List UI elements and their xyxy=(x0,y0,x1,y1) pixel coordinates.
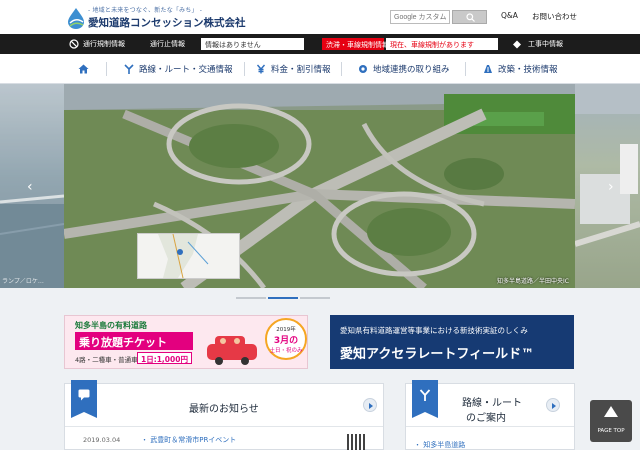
nav-route-traffic[interactable]: 路線・ルート・交通情報 xyxy=(124,54,233,84)
map-illustration xyxy=(158,233,209,279)
congestion-status[interactable]: 現在、車線規制があります xyxy=(386,38,498,50)
slider-next-button[interactable]: › xyxy=(608,179,614,195)
side-caption: ランプ／ロケ… xyxy=(2,278,44,285)
news-item-link[interactable]: ・ 武豊町＆常滑市PRイベント xyxy=(141,435,236,445)
yen-icon xyxy=(256,64,266,74)
hero-slider[interactable]: ‹ › 知多半島道路／半田中央IC ランプ／ロケ… xyxy=(0,84,640,288)
main-nav: 路線・ルート・交通情報 料金・割引情報 地域連携の取り組み 改築・技術情報 xyxy=(0,54,640,84)
family-car-illustration xyxy=(207,336,257,365)
slider-indicators xyxy=(0,297,640,300)
speech-bubble-icon xyxy=(78,389,90,401)
logo-tagline: - 地域と未来をつなぐ、新たな「みち」 - xyxy=(88,7,203,14)
nav-label: 路線・ルート・交通情報 xyxy=(139,65,233,75)
regional-icon xyxy=(359,65,367,73)
location-map-inset xyxy=(137,233,240,279)
company-name: 愛知道路コンセッション株式会社 xyxy=(88,17,246,29)
closure-info-label[interactable]: 通行止情報 xyxy=(150,39,185,49)
news-title: 最新のお知らせ xyxy=(189,404,259,415)
news-tab-marker xyxy=(71,380,97,418)
badge-year: 2019年 xyxy=(276,327,296,333)
route-item-link[interactable]: ・ 知多半島道路 xyxy=(414,440,465,450)
field-banner-kicker: 愛知県有料道路運営等事業における新技術実証のしくみ xyxy=(340,326,528,335)
nav-label: 改築・技術情報 xyxy=(498,65,558,75)
nav-divider xyxy=(341,62,342,76)
qr-code xyxy=(347,434,365,450)
route-card: 路線・ルート のご案内 ・ 知多半島道路 xyxy=(405,380,575,450)
slider-prev-button[interactable]: ‹ xyxy=(27,179,33,195)
construction-icon xyxy=(513,40,521,49)
arrow-up-icon xyxy=(604,406,618,417)
nav-regional[interactable]: 地域連携の取り組み xyxy=(358,54,450,84)
ticket-banner-title: 乗り放題チケット xyxy=(75,332,193,350)
ticket-banner-kicker: 知多半島の有料道路 xyxy=(75,321,147,330)
road-branch-icon xyxy=(419,389,431,401)
badge-month: 3月の xyxy=(273,336,299,346)
route-title-line1: 路線・ルート xyxy=(462,398,522,409)
road-branch-icon xyxy=(124,64,134,74)
nav-divider xyxy=(106,62,107,76)
site-header: - 地域と未来をつなぐ、新たな「みち」 - 愛知道路コンセッション株式会社 Q&… xyxy=(0,0,640,34)
route-tab-marker xyxy=(412,380,438,418)
ticket-banner-price: 1日:1,000円 xyxy=(137,352,192,364)
congestion-info-label[interactable]: 渋滞・車線規制情報 xyxy=(322,38,389,50)
nav-label: 料金・割引情報 xyxy=(271,65,331,75)
search-icon xyxy=(466,13,475,22)
nav-home[interactable] xyxy=(78,54,89,84)
qa-link[interactable]: Q&A xyxy=(501,11,518,20)
contact-link[interactable]: お問い合わせ xyxy=(532,11,577,22)
page-top-label: PAGE TOP xyxy=(597,428,625,434)
route-more-button[interactable] xyxy=(546,398,560,412)
news-card: 最新のお知らせ 2019.03.04 ・ 武豊町＆常滑市PRイベント xyxy=(64,380,384,450)
nav-divider xyxy=(465,62,466,76)
search-input[interactable] xyxy=(390,10,450,24)
hero-image xyxy=(63,84,576,288)
closure-status: 情報はありません xyxy=(201,38,304,50)
page-top-button[interactable]: PAGE TOP xyxy=(590,400,632,442)
traffic-info-bar: 通行規制情報 通行止情報 情報はありません 渋滞・車線規制情報 現在、車線規制が… xyxy=(0,34,640,54)
slider-dot[interactable] xyxy=(300,297,330,299)
accelerate-field-banner[interactable]: 愛知県有料道路運営等事業における新技術実証のしくみ 愛知アクセラレートフィールド… xyxy=(330,315,574,369)
route-divider xyxy=(406,426,574,427)
ticket-date-badge: 2019年 3月の 土日・祝のみ xyxy=(265,318,307,360)
slider-dot-active[interactable] xyxy=(268,297,298,299)
ticket-banner[interactable]: 知多半島の有料道路 乗り放題チケット 4路・二種車・普通車 1日:1,000円 … xyxy=(64,315,308,369)
page: - 地域と未来をつなぐ、新たな「みち」 - 愛知道路コンセッション株式会社 Q&… xyxy=(0,0,640,450)
badge-days: 土日・祝のみ xyxy=(269,348,303,354)
news-more-button[interactable] xyxy=(363,398,377,412)
company-logo[interactable]: - 地域と未来をつなぐ、新たな「みち」 - 愛知道路コンセッション株式会社 xyxy=(66,5,246,31)
home-icon xyxy=(78,64,89,74)
slider-dot[interactable] xyxy=(236,297,266,299)
route-title-line2: のご案内 xyxy=(466,413,506,424)
prohibited-icon xyxy=(69,39,79,49)
logo-drop-icon xyxy=(68,8,84,29)
traffic-info-label[interactable]: 通行規制情報 xyxy=(83,39,125,49)
search-button[interactable] xyxy=(452,10,487,24)
news-divider xyxy=(65,426,383,427)
construction-tech-icon xyxy=(484,65,492,73)
nav-toll-discount[interactable]: 料金・割引情報 xyxy=(256,54,331,84)
construction-info-label[interactable]: 工事中情報 xyxy=(528,39,563,49)
field-banner-title: 愛知アクセラレートフィールド™ xyxy=(340,347,535,362)
nav-divider xyxy=(244,62,245,76)
hero-caption: 知多半島道路／半田中央IC xyxy=(497,278,569,285)
ticket-banner-sub: 4路・二種車・普通車 xyxy=(75,356,138,364)
nav-construction-tech[interactable]: 改築・技術情報 xyxy=(483,54,558,84)
news-date: 2019.03.04 xyxy=(83,436,121,444)
nav-label: 地域連携の取り組み xyxy=(373,65,450,75)
